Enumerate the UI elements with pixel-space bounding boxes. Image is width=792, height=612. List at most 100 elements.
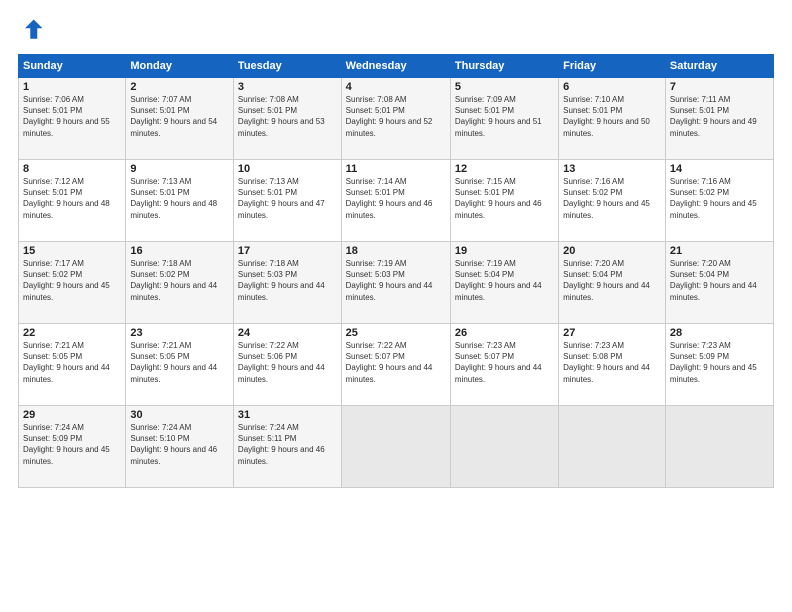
sunset-label: Sunset: 5:01 PM	[238, 188, 297, 197]
sunset-label: Sunset: 5:01 PM	[130, 188, 189, 197]
calendar-day-cell: 3 Sunrise: 7:08 AM Sunset: 5:01 PM Dayli…	[233, 78, 341, 160]
day-number: 28	[670, 327, 769, 339]
calendar-header-row: SundayMondayTuesdayWednesdayThursdayFrid…	[19, 55, 774, 78]
daylight-label: Daylight: 9 hours and 44 minutes.	[563, 363, 650, 383]
daylight-label: Daylight: 9 hours and 46 minutes.	[238, 445, 325, 465]
day-info: Sunrise: 7:13 AM Sunset: 5:01 PM Dayligh…	[238, 176, 337, 221]
day-number: 29	[23, 409, 121, 421]
sunrise-label: Sunrise: 7:22 AM	[238, 341, 299, 350]
calendar-day-cell: 24 Sunrise: 7:22 AM Sunset: 5:06 PM Dayl…	[233, 324, 341, 406]
day-number: 20	[563, 245, 661, 257]
daylight-label: Daylight: 9 hours and 46 minutes.	[346, 199, 433, 219]
daylight-label: Daylight: 9 hours and 44 minutes.	[346, 363, 433, 383]
daylight-label: Daylight: 9 hours and 44 minutes.	[238, 363, 325, 383]
sunrise-label: Sunrise: 7:15 AM	[455, 177, 516, 186]
day-number: 7	[670, 81, 769, 93]
sunset-label: Sunset: 5:10 PM	[130, 434, 189, 443]
day-number: 1	[23, 81, 121, 93]
weekday-header: Wednesday	[341, 55, 450, 78]
calendar-day-cell: 28 Sunrise: 7:23 AM Sunset: 5:09 PM Dayl…	[665, 324, 773, 406]
sunrise-label: Sunrise: 7:07 AM	[130, 95, 191, 104]
day-number: 2	[130, 81, 229, 93]
calendar-day-cell: 14 Sunrise: 7:16 AM Sunset: 5:02 PM Dayl…	[665, 160, 773, 242]
day-number: 17	[238, 245, 337, 257]
day-info: Sunrise: 7:20 AM Sunset: 5:04 PM Dayligh…	[563, 258, 661, 303]
daylight-label: Daylight: 9 hours and 44 minutes.	[130, 281, 217, 301]
calendar: SundayMondayTuesdayWednesdayThursdayFrid…	[18, 54, 774, 488]
daylight-label: Daylight: 9 hours and 48 minutes.	[23, 199, 110, 219]
calendar-day-cell: 9 Sunrise: 7:13 AM Sunset: 5:01 PM Dayli…	[126, 160, 234, 242]
sunset-label: Sunset: 5:07 PM	[346, 352, 405, 361]
calendar-day-cell	[341, 406, 450, 488]
sunrise-label: Sunrise: 7:18 AM	[130, 259, 191, 268]
sunrise-label: Sunrise: 7:23 AM	[563, 341, 624, 350]
day-info: Sunrise: 7:18 AM Sunset: 5:03 PM Dayligh…	[238, 258, 337, 303]
calendar-day-cell	[665, 406, 773, 488]
sunset-label: Sunset: 5:02 PM	[563, 188, 622, 197]
calendar-day-cell: 25 Sunrise: 7:22 AM Sunset: 5:07 PM Dayl…	[341, 324, 450, 406]
daylight-label: Daylight: 9 hours and 44 minutes.	[130, 363, 217, 383]
daylight-label: Daylight: 9 hours and 44 minutes.	[563, 281, 650, 301]
daylight-label: Daylight: 9 hours and 51 minutes.	[455, 117, 542, 137]
sunset-label: Sunset: 5:02 PM	[130, 270, 189, 279]
sunrise-label: Sunrise: 7:21 AM	[130, 341, 191, 350]
daylight-label: Daylight: 9 hours and 44 minutes.	[23, 363, 110, 383]
daylight-label: Daylight: 9 hours and 53 minutes.	[238, 117, 325, 137]
day-number: 21	[670, 245, 769, 257]
day-number: 13	[563, 163, 661, 175]
daylight-label: Daylight: 9 hours and 45 minutes.	[23, 281, 110, 301]
daylight-label: Daylight: 9 hours and 47 minutes.	[238, 199, 325, 219]
daylight-label: Daylight: 9 hours and 55 minutes.	[23, 117, 110, 137]
day-info: Sunrise: 7:21 AM Sunset: 5:05 PM Dayligh…	[23, 340, 121, 385]
sunrise-label: Sunrise: 7:24 AM	[130, 423, 191, 432]
sunrise-label: Sunrise: 7:09 AM	[455, 95, 516, 104]
calendar-day-cell: 29 Sunrise: 7:24 AM Sunset: 5:09 PM Dayl…	[19, 406, 126, 488]
day-info: Sunrise: 7:21 AM Sunset: 5:05 PM Dayligh…	[130, 340, 229, 385]
daylight-label: Daylight: 9 hours and 54 minutes.	[130, 117, 217, 137]
daylight-label: Daylight: 9 hours and 49 minutes.	[670, 117, 757, 137]
sunrise-label: Sunrise: 7:18 AM	[238, 259, 299, 268]
calendar-day-cell: 7 Sunrise: 7:11 AM Sunset: 5:01 PM Dayli…	[665, 78, 773, 160]
logo-icon	[18, 16, 46, 44]
weekday-header: Tuesday	[233, 55, 341, 78]
calendar-day-cell: 10 Sunrise: 7:13 AM Sunset: 5:01 PM Dayl…	[233, 160, 341, 242]
calendar-day-cell: 21 Sunrise: 7:20 AM Sunset: 5:04 PM Dayl…	[665, 242, 773, 324]
calendar-day-cell: 23 Sunrise: 7:21 AM Sunset: 5:05 PM Dayl…	[126, 324, 234, 406]
sunrise-label: Sunrise: 7:24 AM	[238, 423, 299, 432]
sunset-label: Sunset: 5:05 PM	[130, 352, 189, 361]
day-number: 9	[130, 163, 229, 175]
day-info: Sunrise: 7:23 AM Sunset: 5:07 PM Dayligh…	[455, 340, 554, 385]
calendar-day-cell: 8 Sunrise: 7:12 AM Sunset: 5:01 PM Dayli…	[19, 160, 126, 242]
day-number: 11	[346, 163, 446, 175]
day-info: Sunrise: 7:17 AM Sunset: 5:02 PM Dayligh…	[23, 258, 121, 303]
sunset-label: Sunset: 5:09 PM	[23, 434, 82, 443]
weekday-header: Friday	[559, 55, 666, 78]
sunset-label: Sunset: 5:01 PM	[455, 106, 514, 115]
calendar-day-cell: 12 Sunrise: 7:15 AM Sunset: 5:01 PM Dayl…	[450, 160, 558, 242]
sunrise-label: Sunrise: 7:13 AM	[238, 177, 299, 186]
calendar-week-row: 1 Sunrise: 7:06 AM Sunset: 5:01 PM Dayli…	[19, 78, 774, 160]
sunrise-label: Sunrise: 7:14 AM	[346, 177, 407, 186]
daylight-label: Daylight: 9 hours and 46 minutes.	[455, 199, 542, 219]
calendar-week-row: 22 Sunrise: 7:21 AM Sunset: 5:05 PM Dayl…	[19, 324, 774, 406]
sunset-label: Sunset: 5:04 PM	[563, 270, 622, 279]
day-info: Sunrise: 7:19 AM Sunset: 5:03 PM Dayligh…	[346, 258, 446, 303]
day-number: 31	[238, 409, 337, 421]
calendar-day-cell: 11 Sunrise: 7:14 AM Sunset: 5:01 PM Dayl…	[341, 160, 450, 242]
sunset-label: Sunset: 5:04 PM	[670, 270, 729, 279]
day-info: Sunrise: 7:20 AM Sunset: 5:04 PM Dayligh…	[670, 258, 769, 303]
day-info: Sunrise: 7:08 AM Sunset: 5:01 PM Dayligh…	[238, 94, 337, 139]
sunrise-label: Sunrise: 7:24 AM	[23, 423, 84, 432]
weekday-header: Thursday	[450, 55, 558, 78]
sunset-label: Sunset: 5:11 PM	[238, 434, 297, 443]
daylight-label: Daylight: 9 hours and 44 minutes.	[670, 281, 757, 301]
sunset-label: Sunset: 5:01 PM	[346, 106, 405, 115]
calendar-day-cell: 17 Sunrise: 7:18 AM Sunset: 5:03 PM Dayl…	[233, 242, 341, 324]
day-info: Sunrise: 7:13 AM Sunset: 5:01 PM Dayligh…	[130, 176, 229, 221]
calendar-day-cell: 22 Sunrise: 7:21 AM Sunset: 5:05 PM Dayl…	[19, 324, 126, 406]
sunset-label: Sunset: 5:04 PM	[455, 270, 514, 279]
calendar-day-cell: 4 Sunrise: 7:08 AM Sunset: 5:01 PM Dayli…	[341, 78, 450, 160]
day-info: Sunrise: 7:15 AM Sunset: 5:01 PM Dayligh…	[455, 176, 554, 221]
sunset-label: Sunset: 5:06 PM	[238, 352, 297, 361]
sunrise-label: Sunrise: 7:06 AM	[23, 95, 84, 104]
